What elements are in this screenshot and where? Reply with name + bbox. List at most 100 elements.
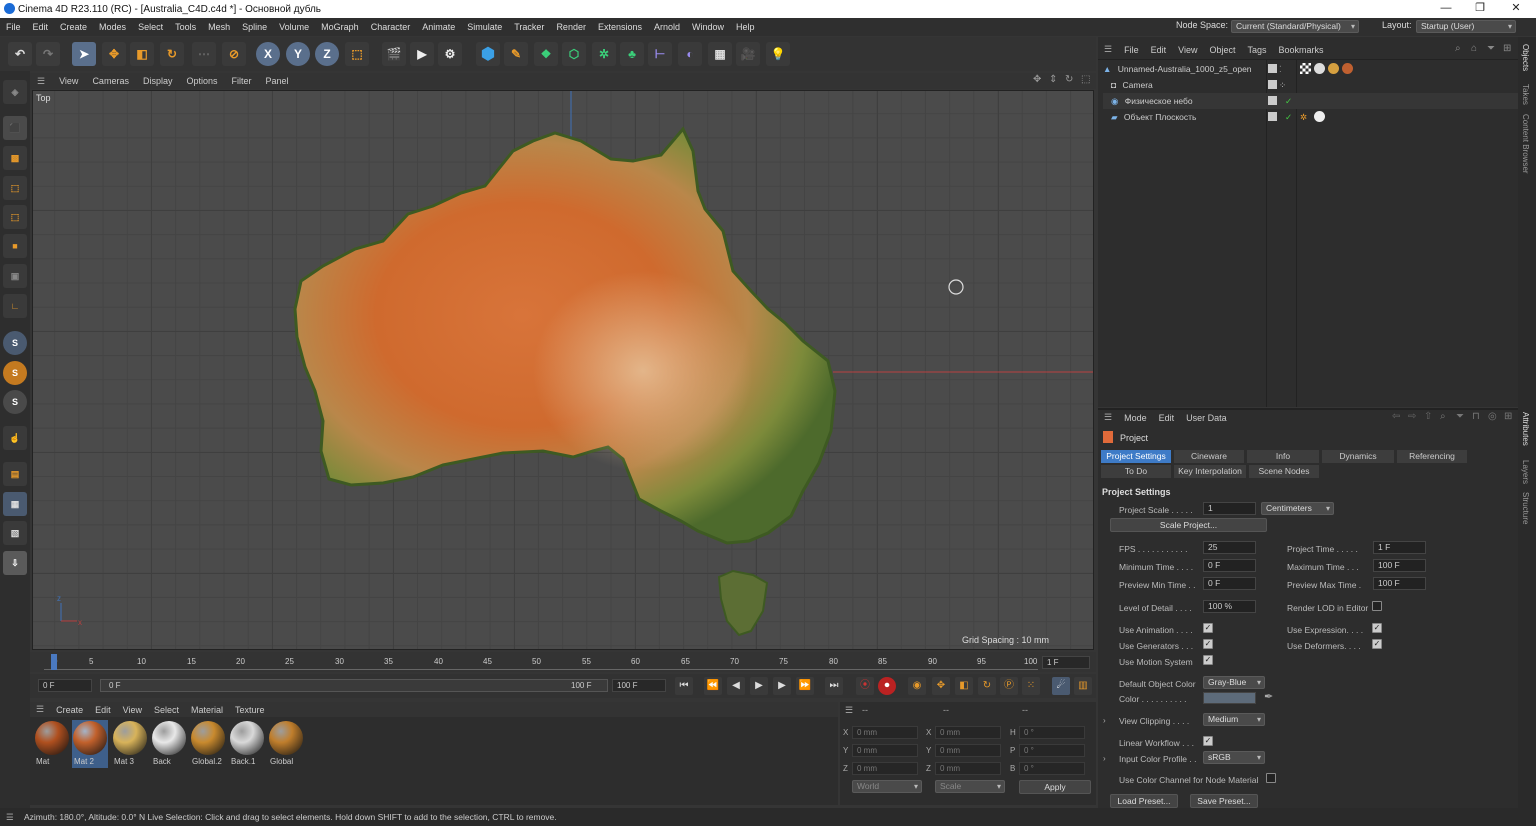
field-icon[interactable]: ◐ [678,42,702,66]
axis-z-icon[interactable]: Z [315,42,339,66]
use-deformers-checkbox[interactable]: ✓ [1372,639,1382,649]
attribute-menu-mode[interactable]: Mode [1118,413,1153,423]
axis-y-icon[interactable]: Y [286,42,310,66]
tab-info[interactable]: Info [1247,450,1319,463]
coord-position-y[interactable]: 0 mm [852,744,918,757]
menu-volume[interactable]: Volume [273,22,315,32]
solo-icon[interactable]: ⇩ [3,551,27,575]
material-menu-select[interactable]: Select [148,705,185,715]
coord-rotation-p[interactable]: 0 ° [1019,744,1085,757]
menu-spline[interactable]: Spline [236,22,273,32]
attribute-filter-icon[interactable]: ⏷ [1456,411,1464,422]
menu-tracker[interactable]: Tracker [508,22,550,32]
use-animation-checkbox[interactable]: ✓ [1203,623,1213,633]
go-to-end-icon[interactable]: ⏭ [825,677,843,695]
preview-min-time-field[interactable]: 0 F [1203,577,1256,590]
material-swatch[interactable]: Global [268,720,304,768]
next-frame-icon[interactable]: ▶ [773,677,791,695]
object-row[interactable]: ◉ Физическое небо ✓ [1103,93,1518,109]
timeline-options-icon[interactable]: ☄ [1052,677,1070,695]
menu-character[interactable]: Character [365,22,417,32]
key-rotation-icon[interactable]: ↻ [978,677,996,695]
render-view-icon[interactable]: 🎬 [382,42,406,66]
record-icon[interactable]: ⦿ [856,677,874,695]
viewport-rotate-icon[interactable]: ↻ [1065,74,1073,85]
extrude-icon[interactable]: ⬡ [562,42,586,66]
menu-file[interactable]: File [0,22,27,32]
fps-field[interactable]: 25 [1203,541,1256,554]
viewport-zoom-icon[interactable]: ⇕ [1049,74,1057,85]
material-swatch[interactable]: Mat 3 [112,720,148,768]
go-to-start-icon[interactable]: ⏮ [675,677,693,695]
timeline-ruler[interactable]: 0 5 10 15 20 25 30 35 40 45 50 55 60 65 … [44,654,1038,670]
snap-icon[interactable]: S [3,331,27,355]
key-scale-icon[interactable]: ◧ [955,677,973,695]
side-tab-attributes[interactable]: Attributes [1521,412,1530,446]
key-position-icon[interactable]: ✥ [932,677,950,695]
coord-rotation-h[interactable]: 0 ° [1019,726,1085,739]
material-swatch[interactable]: Global.2 [190,720,226,768]
visibility-check-icon[interactable] [1268,80,1277,89]
search-icon[interactable]: ⌕ [1455,43,1461,54]
viewport-menu-filter[interactable]: Filter [225,76,259,86]
use-expression-checkbox[interactable]: ✓ [1372,623,1382,633]
transform-icon[interactable]: ⊘ [222,42,246,66]
minimize-button[interactable]: — [1428,0,1464,18]
side-tab-takes[interactable]: Takes [1521,84,1530,105]
viewport-menu-display[interactable]: Display [136,76,180,86]
material-menu-texture[interactable]: Texture [229,705,271,715]
up-arrow-icon[interactable]: ⇧ [1424,411,1432,422]
attribute-hamburger-icon[interactable]: ☰ [1098,412,1118,423]
render-picture-viewer-icon[interactable]: ▶ [410,42,434,66]
coord-scale-x[interactable]: 0 mm [935,726,1001,739]
color-swatch[interactable] [1203,692,1256,704]
edges-mode-icon[interactable]: ⬚ [3,205,27,229]
timeline-layout-icon[interactable]: ▥ [1074,677,1092,695]
cube-icon[interactable]: ⬢ [476,42,500,66]
tab-referencing[interactable]: Referencing [1397,450,1467,463]
material-menu-view[interactable]: View [117,705,148,715]
input-color-profile-dropdown[interactable]: sRGB [1203,751,1265,764]
material-hamburger-icon[interactable]: ☰ [30,704,50,715]
render-dot-icon[interactable]: ⁚ [1279,61,1282,77]
status-hamburger-icon[interactable]: ☰ [6,808,14,826]
redo-icon[interactable]: ↷ [36,42,60,66]
enabled-check-icon[interactable]: ✓ [1285,109,1292,125]
viewport[interactable]: z x [32,90,1094,650]
object-menu-object[interactable]: Object [1203,45,1241,55]
tab-key-interpolation[interactable]: Key Interpolation [1174,465,1246,478]
points-mode-icon[interactable]: ⬚ [3,176,27,200]
material-swatch[interactable]: Mat [34,720,70,768]
attribute-new-icon[interactable]: ⊞ [1504,411,1512,422]
grid-icon[interactable]: ▦ [3,492,27,516]
material-menu-edit[interactable]: Edit [89,705,117,715]
undo-icon[interactable]: ↶ [8,42,32,66]
linear-workflow-checkbox[interactable]: ✓ [1203,736,1213,746]
material-menu-material[interactable]: Material [185,705,229,715]
play-icon[interactable]: ▶ [750,677,768,695]
pen-icon[interactable]: ✎ [504,42,528,66]
menu-modes[interactable]: Modes [93,22,132,32]
snap-settings-icon[interactable]: S [3,361,27,385]
camera-icon[interactable]: 🎥 [736,42,760,66]
make-editable-icon[interactable]: ◈ [3,80,27,104]
material-tag-icon[interactable] [1314,63,1325,74]
menu-mograph[interactable]: MoGraph [315,22,365,32]
new-view-icon[interactable]: ⊞ [1503,43,1511,54]
menu-window[interactable]: Window [686,22,730,32]
menu-extensions[interactable]: Extensions [592,22,648,32]
render-lod-checkbox[interactable] [1372,601,1382,611]
back-arrow-icon[interactable]: ⇦ [1392,411,1400,422]
previous-frame-icon[interactable]: ◀ [727,677,745,695]
live-selection-icon[interactable]: ➤ [72,42,96,66]
tab-to-do[interactable]: To Do [1101,465,1171,478]
cloner-icon[interactable]: ✲ [592,42,616,66]
load-preset-button[interactable]: Load Preset... [1110,794,1178,808]
menu-mesh[interactable]: Mesh [202,22,236,32]
model-mode-icon[interactable]: ⬛ [3,116,27,140]
expand-arrow-icon[interactable]: › [1103,754,1106,763]
home-icon[interactable]: ⌂ [1471,43,1477,54]
key-pla-icon[interactable]: ⁙ [1022,677,1040,695]
polygons-mode-icon[interactable]: ■ [3,234,27,258]
eyedropper-icon[interactable]: ✒ [1264,690,1273,703]
